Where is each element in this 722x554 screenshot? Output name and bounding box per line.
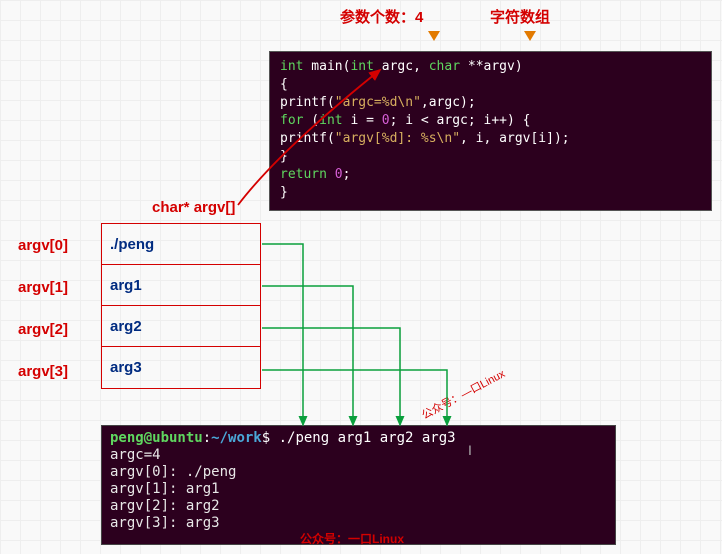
argv-table: ./peng arg1 arg2 arg3 xyxy=(101,223,261,389)
code-block: int main(int argc, char **argv) { printf… xyxy=(269,51,712,211)
code-line: for (int i = 0; i < argc; i++) { xyxy=(280,112,701,130)
code-line: printf("argc=%d\n",argc); xyxy=(280,94,701,112)
argv-index-label: argv[3] xyxy=(18,351,68,393)
argv-cell: arg2 xyxy=(102,306,260,347)
arrow-down-icon xyxy=(428,31,440,41)
argv-cell: ./peng xyxy=(102,224,260,265)
code-line: int main(int argc, char **argv) xyxy=(280,58,701,76)
argv-cell: arg1 xyxy=(102,265,260,306)
watermark-text: 公众号：一口Linux xyxy=(300,530,404,547)
argv-index-label: argv[0] xyxy=(18,225,68,267)
code-line: return 0; xyxy=(280,166,701,184)
label-char-array: 字符数组 xyxy=(490,9,550,26)
terminal-prompt-line: peng@ubuntu:~/work$ ./peng arg1 arg2 arg… xyxy=(110,430,607,447)
terminal-line: argv[0]: ./peng xyxy=(110,464,607,481)
label-arg-count: 参数个数：4 xyxy=(340,9,423,26)
argv-cell: arg3 xyxy=(102,347,260,388)
code-line: } xyxy=(280,184,701,202)
arrow-down-icon xyxy=(524,31,536,41)
argv-index-label: argv[2] xyxy=(18,309,68,351)
argv-index-label: argv[1] xyxy=(18,267,68,309)
code-line: } xyxy=(280,148,701,166)
label-argv-type: char* argv[] xyxy=(152,199,235,216)
watermark-text: 公众号：—口Linux xyxy=(419,365,508,422)
terminal-output: peng@ubuntu:~/work$ ./peng arg1 arg2 arg… xyxy=(101,425,616,545)
code-line: { xyxy=(280,76,701,94)
code-line: printf("argv[%d]: %s\n", i, argv[i]); xyxy=(280,130,701,148)
terminal-line: argc=4 xyxy=(110,447,607,464)
text-cursor-icon: I xyxy=(468,442,472,458)
terminal-line: argv[1]: arg1 xyxy=(110,481,607,498)
terminal-line: argv[2]: arg2 xyxy=(110,498,607,515)
